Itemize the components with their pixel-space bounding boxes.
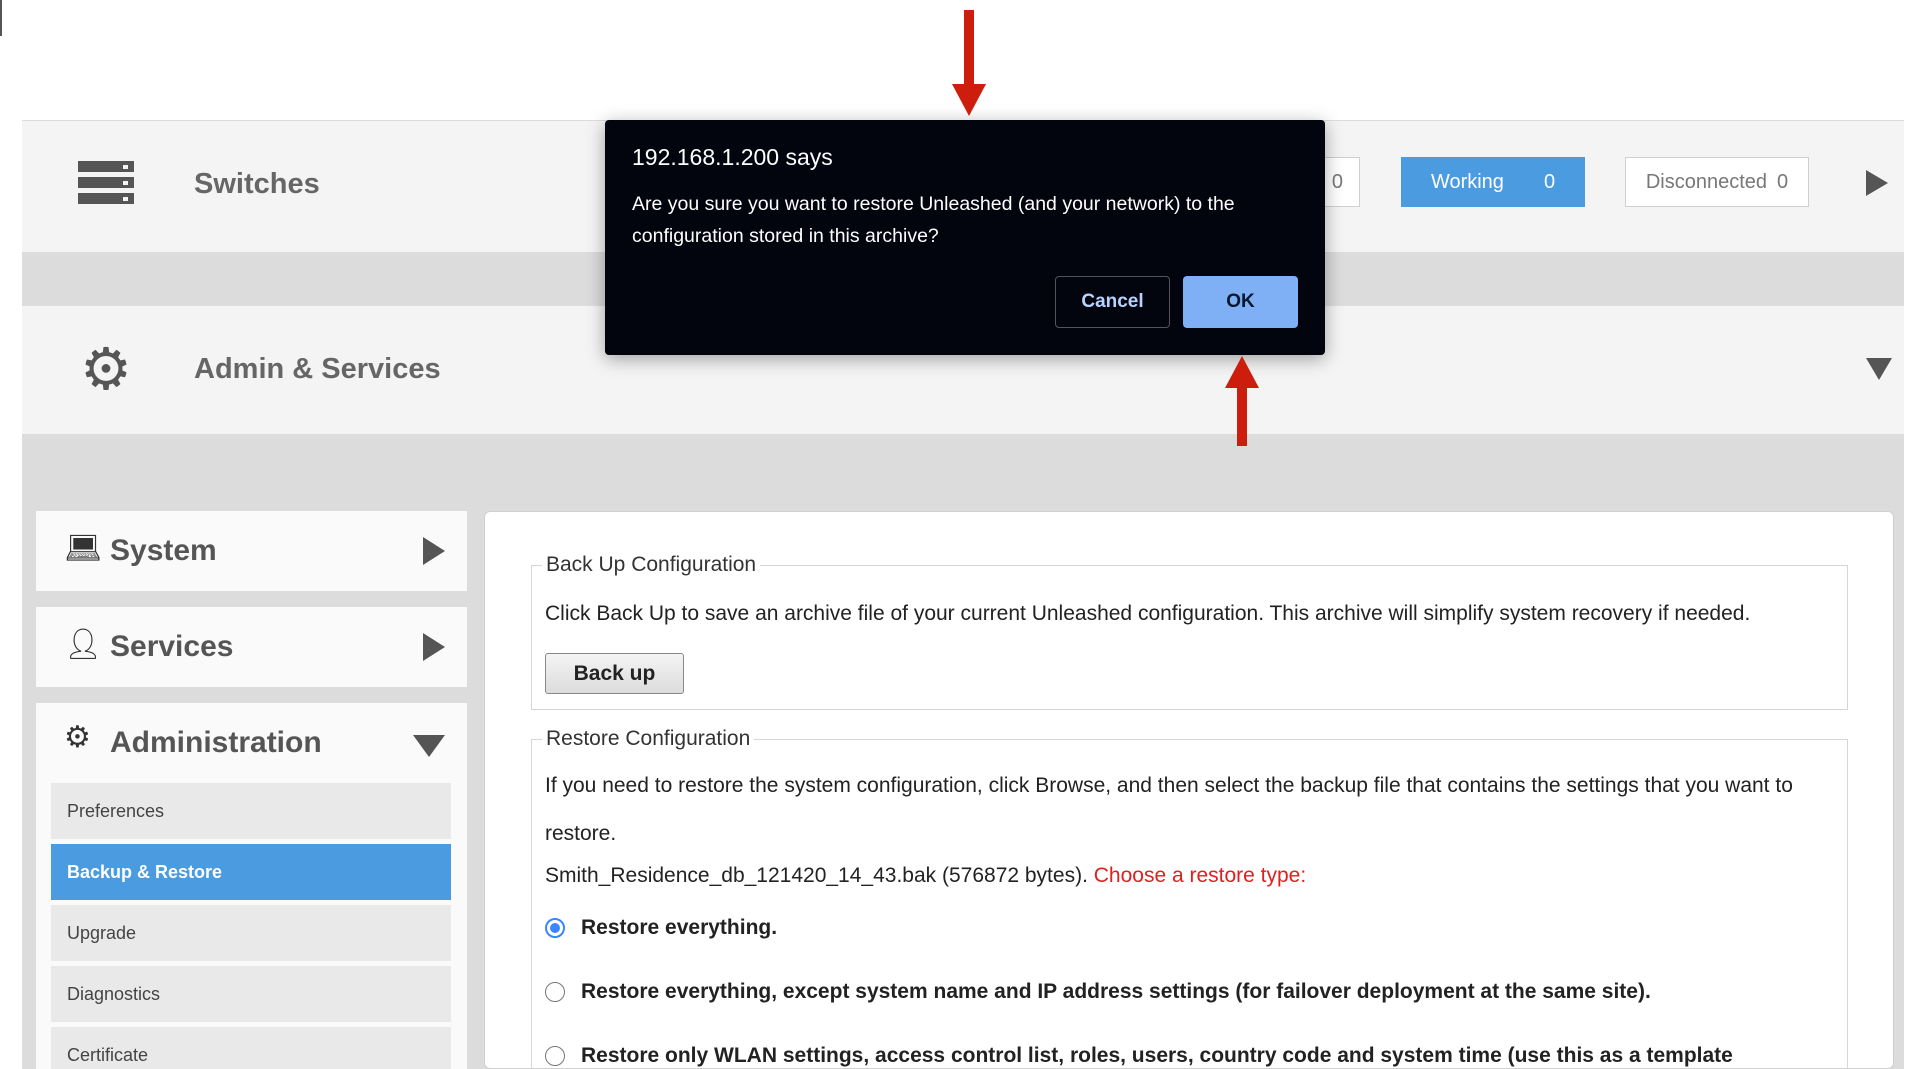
radio-button[interactable]: [545, 1046, 565, 1066]
radio-button[interactable]: [545, 918, 565, 938]
sidebar-item-system[interactable]: 💻︎ System: [36, 511, 467, 591]
annotation-arrow-up-shaft: [1237, 384, 1247, 446]
disconnected-label: Disconnected: [1645, 170, 1768, 193]
radio-label: Restore only WLAN settings, access contr…: [581, 1044, 1733, 1067]
collapse-down-icon[interactable]: [1866, 358, 1892, 380]
restore-type-prompt: Choose a restore type:: [1093, 864, 1307, 887]
sidebar-item-label: System: [110, 534, 217, 567]
confirm-dialog: 192.168.1.200 says Are you sure you want…: [605, 120, 1325, 355]
partial-count: 0: [1331, 170, 1343, 193]
annotation-arrow-down-icon: [952, 84, 986, 116]
backup-button[interactable]: Back up: [545, 653, 684, 694]
restore-description: If you need to restore the system config…: [545, 774, 1793, 845]
backup-legend: Back Up Configuration: [542, 553, 761, 577]
backup-file-info: Smith_Residence_db_121420_14_43.bak (576…: [545, 864, 1306, 888]
ok-button[interactable]: OK: [1183, 276, 1298, 328]
sidebar-item-label: Administration: [110, 726, 322, 759]
expand-right-icon: [423, 633, 445, 661]
cancel-button[interactable]: Cancel: [1055, 276, 1170, 328]
radio-label: Restore everything, except system name a…: [581, 980, 1651, 1003]
window-edge-marker: [0, 0, 2, 36]
working-status-badge[interactable]: Working 0: [1401, 157, 1585, 207]
services-icon: 👤︎: [64, 628, 103, 661]
disconnected-status-badge[interactable]: Disconnected 0: [1625, 157, 1809, 207]
dialog-message: Are you sure you want to restore Unleash…: [632, 193, 1235, 247]
server-rack-icon: [78, 161, 134, 205]
subitem-preferences[interactable]: Preferences: [51, 783, 451, 839]
expand-right-icon[interactable]: [1866, 170, 1888, 196]
file-name: Smith_Residence_db_121420_14_43.bak (576…: [545, 864, 1088, 887]
subitem-certificate[interactable]: Certificate: [51, 1027, 451, 1069]
collapse-down-icon: [413, 735, 445, 757]
dialog-title: 192.168.1.200 says: [632, 144, 833, 170]
subitem-upgrade[interactable]: Upgrade: [51, 905, 451, 961]
annotation-arrow-down-shaft: [964, 10, 974, 88]
radio-label: Restore everything.: [581, 916, 778, 939]
admin-services-title: Admin & Services: [194, 353, 441, 385]
gear-icon: ⚙: [64, 721, 91, 754]
gear-icon: ⚙: [80, 337, 132, 402]
subitem-diagnostics[interactable]: Diagnostics: [51, 966, 451, 1022]
switches-title: Switches: [194, 168, 320, 200]
backup-description: Click Back Up to save an archive file of…: [545, 602, 1751, 625]
radio-button[interactable]: [545, 982, 565, 1002]
restore-option-everything[interactable]: Restore everything.: [545, 916, 777, 940]
disconnected-count: 0: [1777, 170, 1789, 193]
subitem-backup-restore[interactable]: Backup & Restore: [51, 844, 451, 900]
sidebar-item-administration[interactable]: ⚙ Administration Preferences Backup & Re…: [36, 703, 467, 1069]
expand-right-icon: [423, 537, 445, 565]
restore-option-except-system[interactable]: Restore everything, except system name a…: [545, 980, 1651, 1004]
restore-option-wlan-only[interactable]: Restore only WLAN settings, access contr…: [545, 1044, 1733, 1068]
working-label: Working: [1430, 170, 1504, 193]
laptop-icon: 💻︎: [64, 532, 103, 565]
sidebar-item-label: Services: [110, 630, 234, 663]
working-count: 0: [1543, 170, 1556, 193]
sidebar-item-services[interactable]: 👤︎ Services: [36, 607, 467, 687]
restore-legend: Restore Configuration: [542, 727, 755, 751]
